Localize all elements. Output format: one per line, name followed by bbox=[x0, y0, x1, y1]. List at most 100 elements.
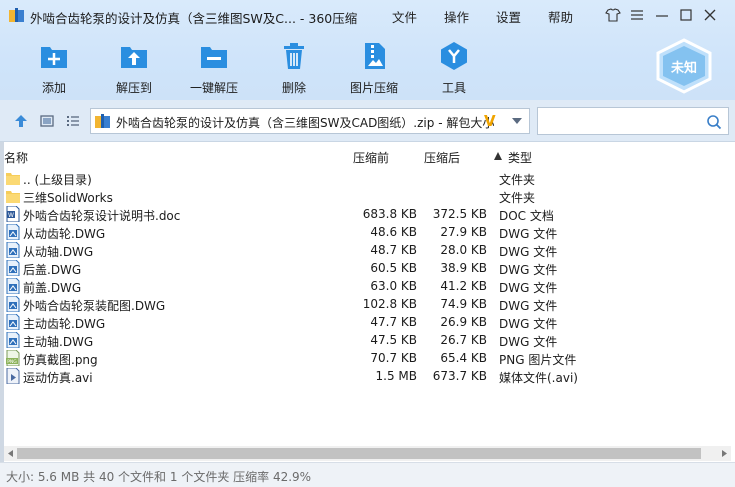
file-name: 仿真截图.png bbox=[23, 353, 98, 367]
add-label: 添加 bbox=[41, 81, 66, 95]
file-row[interactable]: 主动轴.DWG 47.5 KB 26.7 KB DWG 文件 bbox=[0, 331, 735, 349]
skin-icon[interactable] bbox=[603, 6, 623, 24]
add-icon bbox=[41, 47, 67, 68]
file-size: 47.5 KB bbox=[370, 333, 417, 347]
delete-button[interactable]: 删除 bbox=[259, 38, 329, 96]
tools-button[interactable]: 工具 bbox=[419, 38, 489, 96]
file-size: 48.7 KB bbox=[370, 243, 417, 257]
file-type: 文件夹 bbox=[499, 173, 536, 187]
thumbnail-view-icon[interactable] bbox=[39, 113, 55, 129]
add-button[interactable]: 添加 bbox=[19, 38, 89, 96]
sort-ascending-icon bbox=[494, 152, 502, 160]
archive-icon bbox=[95, 114, 110, 128]
svg-text:PNG: PNG bbox=[7, 359, 17, 365]
column-size[interactable]: 压缩前 bbox=[353, 149, 389, 166]
dwg-file-icon bbox=[6, 223, 20, 241]
file-name: 从动齿轮.DWG bbox=[23, 227, 106, 241]
file-row[interactable]: 后盖.DWG 60.5 KB 38.9 KB DWG 文件 bbox=[0, 259, 735, 277]
minimize-icon[interactable] bbox=[652, 6, 672, 24]
menu-operate[interactable]: 操作 bbox=[444, 7, 469, 26]
image-compress-icon bbox=[365, 43, 385, 69]
trash-icon bbox=[284, 43, 304, 69]
file-row[interactable]: 运动仿真.avi 1.5 MB 673.7 KB 媒体文件(.avi) bbox=[0, 367, 735, 385]
dwg-file-icon bbox=[6, 331, 20, 349]
search-box[interactable] bbox=[537, 107, 729, 135]
list-view-icon[interactable] bbox=[65, 113, 81, 129]
delete-label: 删除 bbox=[281, 81, 306, 95]
image-compress-button[interactable]: 图片压缩 bbox=[339, 38, 409, 96]
chevron-down-icon[interactable] bbox=[510, 114, 524, 128]
file-size: 48.6 KB bbox=[370, 225, 417, 239]
one-click-extract-icon bbox=[201, 47, 227, 68]
file-type: 文件夹 bbox=[499, 191, 536, 205]
menu-lines-icon[interactable] bbox=[627, 6, 647, 24]
extract-to-label: 解压到 bbox=[115, 81, 152, 95]
file-name: .. (上级目录) bbox=[23, 173, 92, 187]
file-row[interactable]: .. (上级目录) 文件夹 bbox=[0, 169, 735, 187]
maximize-icon[interactable] bbox=[676, 6, 696, 24]
column-packed[interactable]: 压缩后 bbox=[424, 149, 460, 166]
menu-help[interactable]: 帮助 bbox=[548, 7, 573, 26]
file-packed-size: 26.9 KB bbox=[440, 315, 487, 329]
extract-to-button[interactable]: 解压到 bbox=[99, 38, 169, 96]
file-row[interactable]: PNG 仿真截图.png 70.7 KB 65.4 KB PNG 图片文件 bbox=[0, 349, 735, 367]
file-packed-size: 38.9 KB bbox=[440, 261, 487, 275]
file-size: 60.5 KB bbox=[370, 261, 417, 275]
scrollbar-thumb[interactable] bbox=[17, 448, 701, 459]
window-title: 外啮合齿轮泵的设计及仿真（含三维图SW及C... - 360压缩 bbox=[30, 11, 358, 26]
file-row[interactable]: 主动齿轮.DWG 47.7 KB 26.9 KB DWG 文件 bbox=[0, 313, 735, 331]
one-click-extract-button[interactable]: 一键解压 bbox=[179, 38, 249, 96]
file-name: 主动齿轮.DWG bbox=[23, 317, 106, 331]
file-name: 后盖.DWG bbox=[23, 263, 82, 277]
title-bar: 外啮合齿轮泵的设计及仿真（含三维图SW及C... - 360压缩 文件 操作 设… bbox=[0, 0, 735, 30]
horizontal-scrollbar[interactable] bbox=[4, 446, 731, 461]
column-type[interactable]: 类型 bbox=[508, 149, 532, 166]
up-arrow-icon[interactable] bbox=[13, 113, 29, 129]
file-size: 63.0 KB bbox=[370, 279, 417, 293]
file-row[interactable]: 从动齿轮.DWG 48.6 KB 27.9 KB DWG 文件 bbox=[0, 223, 735, 241]
scroll-left-icon[interactable] bbox=[6, 449, 15, 458]
status-text: 大小: 5.6 MB 共 40 个文件和 1 个文件夹 压缩率 42.9% bbox=[6, 470, 312, 484]
folder-file-icon bbox=[6, 170, 20, 186]
svg-text:W: W bbox=[8, 212, 14, 219]
file-packed-size: 41.2 KB bbox=[440, 279, 487, 293]
file-row[interactable]: 从动轴.DWG 48.7 KB 28.0 KB DWG 文件 bbox=[0, 241, 735, 259]
dwg-file-icon bbox=[6, 241, 20, 259]
file-packed-size: 74.9 KB bbox=[440, 297, 487, 311]
close-icon[interactable] bbox=[700, 6, 720, 24]
app-logo-icon bbox=[9, 8, 24, 22]
file-packed-size: 65.4 KB bbox=[440, 351, 487, 365]
png-file-icon: PNG bbox=[6, 349, 20, 367]
file-type: 媒体文件(.avi) bbox=[499, 371, 578, 385]
menu-settings[interactable]: 设置 bbox=[496, 7, 521, 26]
security-badge[interactable]: 未知 bbox=[652, 38, 716, 94]
file-name: 从动轴.DWG bbox=[23, 245, 94, 259]
search-input[interactable] bbox=[542, 111, 702, 131]
file-packed-size: 372.5 KB bbox=[432, 207, 487, 221]
file-packed-size: 27.9 KB bbox=[440, 225, 487, 239]
badge-label: 未知 bbox=[670, 61, 697, 76]
file-type: DWG 文件 bbox=[499, 281, 558, 295]
v-mark[interactable]: V bbox=[484, 112, 496, 130]
file-name: 主动轴.DWG bbox=[23, 335, 94, 349]
file-row[interactable]: W 外啮合齿轮泵设计说明书.doc 683.8 KB 372.5 KB DOC 文档 bbox=[0, 205, 735, 223]
file-size: 102.8 KB bbox=[362, 297, 417, 311]
file-row[interactable]: 前盖.DWG 63.0 KB 41.2 KB DWG 文件 bbox=[0, 277, 735, 295]
folder-file-icon bbox=[6, 188, 20, 204]
scroll-right-icon[interactable] bbox=[720, 449, 729, 458]
file-row[interactable]: 三维SolidWorks 文件夹 bbox=[0, 187, 735, 205]
file-name: 外啮合齿轮泵设计说明书.doc bbox=[23, 209, 181, 223]
menu-file[interactable]: 文件 bbox=[392, 7, 417, 26]
search-icon[interactable] bbox=[706, 114, 722, 130]
file-row[interactable]: 外啮合齿轮泵装配图.DWG 102.8 KB 74.9 KB DWG 文件 bbox=[0, 295, 735, 313]
file-packed-size: 28.0 KB bbox=[440, 243, 487, 257]
file-name: 前盖.DWG bbox=[23, 281, 82, 295]
column-name[interactable]: 名称 bbox=[4, 149, 28, 166]
dwg-file-icon bbox=[6, 277, 20, 295]
file-name: 外啮合齿轮泵装配图.DWG bbox=[23, 299, 166, 313]
file-packed-size: 673.7 KB bbox=[432, 369, 487, 383]
file-type: DWG 文件 bbox=[499, 335, 558, 349]
address-bar[interactable]: 外啮合齿轮泵的设计及仿真（含三维图SW及CAD图纸）.zip - 解包大小 V bbox=[90, 108, 530, 134]
file-type: DOC 文档 bbox=[499, 209, 554, 223]
dwg-file-icon bbox=[6, 259, 20, 277]
